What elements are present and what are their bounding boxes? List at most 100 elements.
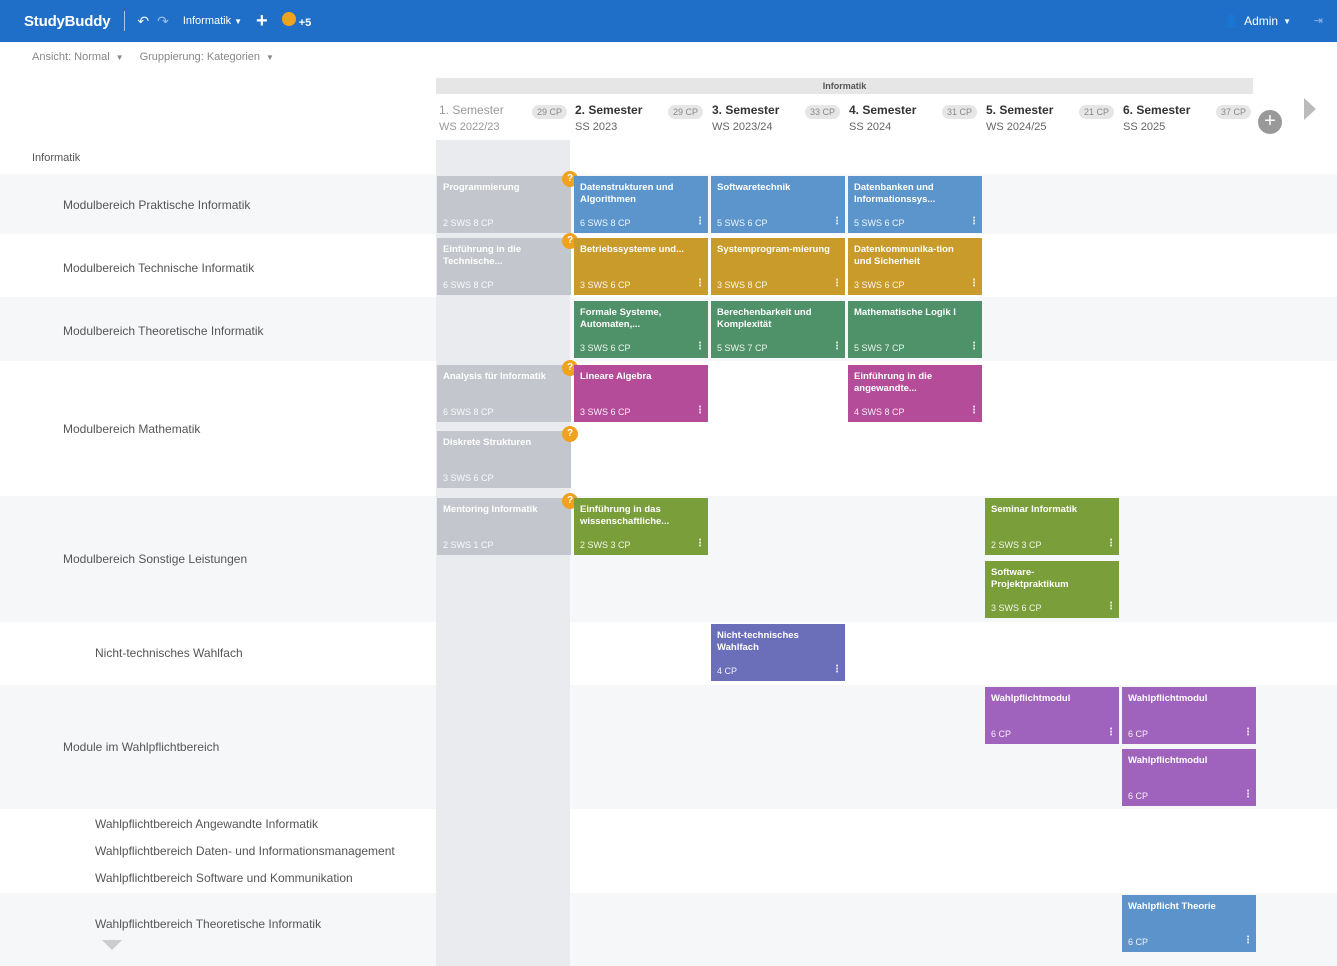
semester-term: SS 2023 [575,121,618,133]
module-meta: 2 SWS 3 CP [580,540,631,550]
semester-header-3[interactable]: 3. Semester WS 2023/24 33 CP [709,100,846,140]
options-bar: Ansicht: Normal ▼ Gruppierung: Kategorien… [0,42,1337,72]
module-card[interactable]: Wahlpflichtmodul 6 CP ⋮ [985,687,1119,744]
row-label-category[interactable]: Modulbereich Mathematik [63,422,200,436]
warnings-badge[interactable]: +5 [281,11,311,31]
more-options-icon[interactable]: ⋮ [1243,789,1253,800]
module-card[interactable]: Formale Systeme, Automaten,... 3 SWS 6 C… [574,301,708,358]
row-label-category[interactable]: Modulbereich Sonstige Leistungen [63,552,247,566]
more-options-icon[interactable]: ⋮ [832,664,842,675]
more-options-icon[interactable]: ⋮ [832,278,842,289]
warning-icon [281,11,296,26]
more-options-icon[interactable]: ⋮ [969,278,979,289]
semester-cp-badge: 37 CP [1215,105,1251,119]
more-options-icon[interactable]: ⋮ [969,341,979,352]
module-meta: 4 CP [717,666,738,676]
user-menu[interactable]: 👤 Admin ▼ [1224,14,1291,28]
more-options-icon[interactable]: ⋮ [695,216,705,227]
module-card[interactable]: Nicht-technisches Wahlfach 4 CP ⋮ [711,624,845,681]
more-options-icon[interactable]: ⋮ [1243,727,1253,738]
module-card[interactable]: Mentoring Informatik 2 SWS 1 CP ? [437,493,578,555]
module-meta: 6 CP [1128,791,1149,801]
module-card[interactable]: Programmierung 2 SWS 8 CP ? [437,171,578,233]
more-options-icon[interactable]: ⋮ [832,216,842,227]
semester-cp-badge: 33 CP [804,105,840,119]
row-label-category[interactable]: Modulbereich Theoretische Informatik [63,324,264,338]
row-label-category[interactable]: Modulbereich Praktische Informatik [63,198,250,212]
semester-header-4[interactable]: 4. Semester SS 2024 31 CP [846,100,983,140]
view-selector[interactable]: Ansicht: Normal ▼ [32,51,124,63]
module-meta: 6 SWS 8 CP [443,407,494,417]
module-name: Wahlpflichtmodul [991,693,1071,704]
expand-more-icon[interactable] [102,940,122,950]
module-name: Lineare Algebra [580,371,652,382]
row-label-category[interactable]: Module im Wahlpflichtbereich [63,740,219,754]
top-bar: StudyBuddy ↶ ↷ Informatik ▼ + +5 👤 Admin ▼ … [0,0,1337,42]
more-options-icon[interactable]: ⋮ [1106,601,1116,612]
module-card[interactable]: Softwaretechnik 5 SWS 6 CP ⋮ [711,176,845,233]
module-meta: 5 SWS 7 CP [854,343,905,353]
more-options-icon[interactable]: ⋮ [695,405,705,416]
chevron-down-icon: ▼ [115,53,124,62]
module-card[interactable]: Einführung in das wissenschaftliche... 2… [574,498,708,555]
module-card[interactable]: Wahlpflichtmodul 6 CP ⋮ [1122,687,1256,744]
row-label-category[interactable]: Modulbereich Technische Informatik [63,261,254,275]
add-icon[interactable]: + [256,11,268,31]
module-card[interactable]: Lineare Algebra 3 SWS 6 CP ⋮ [574,365,708,422]
more-options-icon[interactable]: ⋮ [695,341,705,352]
module-meta: 3 SWS 6 CP [580,280,631,290]
row-label-program[interactable]: Informatik [32,152,80,164]
more-options-icon[interactable]: ⋮ [969,405,979,416]
more-options-icon[interactable]: ⋮ [1106,538,1116,549]
user-name: Admin [1244,14,1279,28]
more-options-icon[interactable]: ⋮ [832,341,842,352]
module-meta: 6 SWS 8 CP [443,280,494,290]
row-label-subcategory[interactable]: Wahlpflichtbereich Angewandte Informatik [95,817,318,831]
scroll-right-icon[interactable] [1304,98,1316,120]
app-logo[interactable]: StudyBuddy [24,13,111,30]
row-label-subcategory[interactable]: Wahlpflichtbereich Theoretische Informat… [95,917,321,931]
more-options-icon[interactable]: ⋮ [695,538,705,549]
module-card[interactable]: Analysis für Informatik 6 SWS 8 CP ? [437,360,578,422]
module-card[interactable]: Seminar Informatik 2 SWS 3 CP ⋮ [985,498,1119,555]
module-card[interactable]: Wahlpflichtmodul 6 CP ⋮ [1122,749,1256,806]
semester-title: 2. Semester [575,103,643,117]
program-selector[interactable]: Informatik ▼ [183,15,242,27]
module-card[interactable]: Systemprogram-mierung 3 SWS 8 CP ⋮ [711,238,845,295]
module-card[interactable]: Wahlpflicht Theorie 6 CP ⋮ [1122,895,1256,952]
semester-title: 6. Semester [1123,103,1191,117]
semester-title: 4. Semester [849,103,917,117]
semester-header-1[interactable]: 1. Semester WS 2022/23 29 CP [436,100,573,140]
user-icon: 👤 [1224,14,1240,28]
module-card[interactable]: Berechenbarkeit und Komplexität 5 SWS 7 … [711,301,845,358]
module-card[interactable]: Einführung in die Technische... 6 SWS 8 … [437,233,578,295]
grouping-selector[interactable]: Gruppierung: Kategorien ▼ [140,51,274,63]
more-options-icon[interactable]: ⋮ [969,216,979,227]
semester-header-5[interactable]: 5. Semester WS 2024/25 21 CP [983,100,1120,140]
module-card[interactable]: Datenbanken und Informationssys... 5 SWS… [848,176,982,233]
undo-icon[interactable]: ↶ [137,13,149,30]
module-meta: 6 CP [991,729,1012,739]
add-semester-button[interactable]: + [1258,110,1282,134]
module-card[interactable]: Betriebssysteme und... 3 SWS 6 CP ⋮ [574,238,708,295]
logout-icon[interactable]: ⇥ [1314,14,1323,27]
module-card[interactable]: Mathematische Logik I 5 SWS 7 CP ⋮ [848,301,982,358]
module-card[interactable]: Datenstrukturen und Algorithmen 6 SWS 8 … [574,176,708,233]
module-name: Wahlpflichtmodul [1128,693,1208,704]
semester-header-2[interactable]: 2. Semester SS 2023 29 CP [572,100,709,140]
module-card[interactable]: Software-Projektpraktikum 3 SWS 6 CP ⋮ [985,561,1119,618]
row-label-subcategory[interactable]: Wahlpflichtbereich Daten- und Informatio… [95,844,395,858]
row-label-subcategory[interactable]: Wahlpflichtbereich Software und Kommunik… [95,871,353,885]
semester-header-6[interactable]: 6. Semester SS 2025 37 CP [1120,100,1257,140]
row-label-subcategory[interactable]: Nicht-technisches Wahlfach [95,646,243,660]
semester-term: SS 2025 [1123,121,1166,133]
warning-icon[interactable]: ? [562,426,578,442]
module-card[interactable]: Einführung in die angewandte... 4 SWS 8 … [848,365,982,422]
module-name: Diskrete Strukturen [443,437,532,448]
more-options-icon[interactable]: ⋮ [695,278,705,289]
more-options-icon[interactable]: ⋮ [1243,935,1253,946]
redo-icon[interactable]: ↷ [157,13,169,30]
more-options-icon[interactable]: ⋮ [1106,727,1116,738]
module-card[interactable]: Datenkommunika-tion und Sicherheit 3 SWS… [848,238,982,295]
module-card[interactable]: Diskrete Strukturen 3 SWS 6 CP ? [437,426,578,488]
